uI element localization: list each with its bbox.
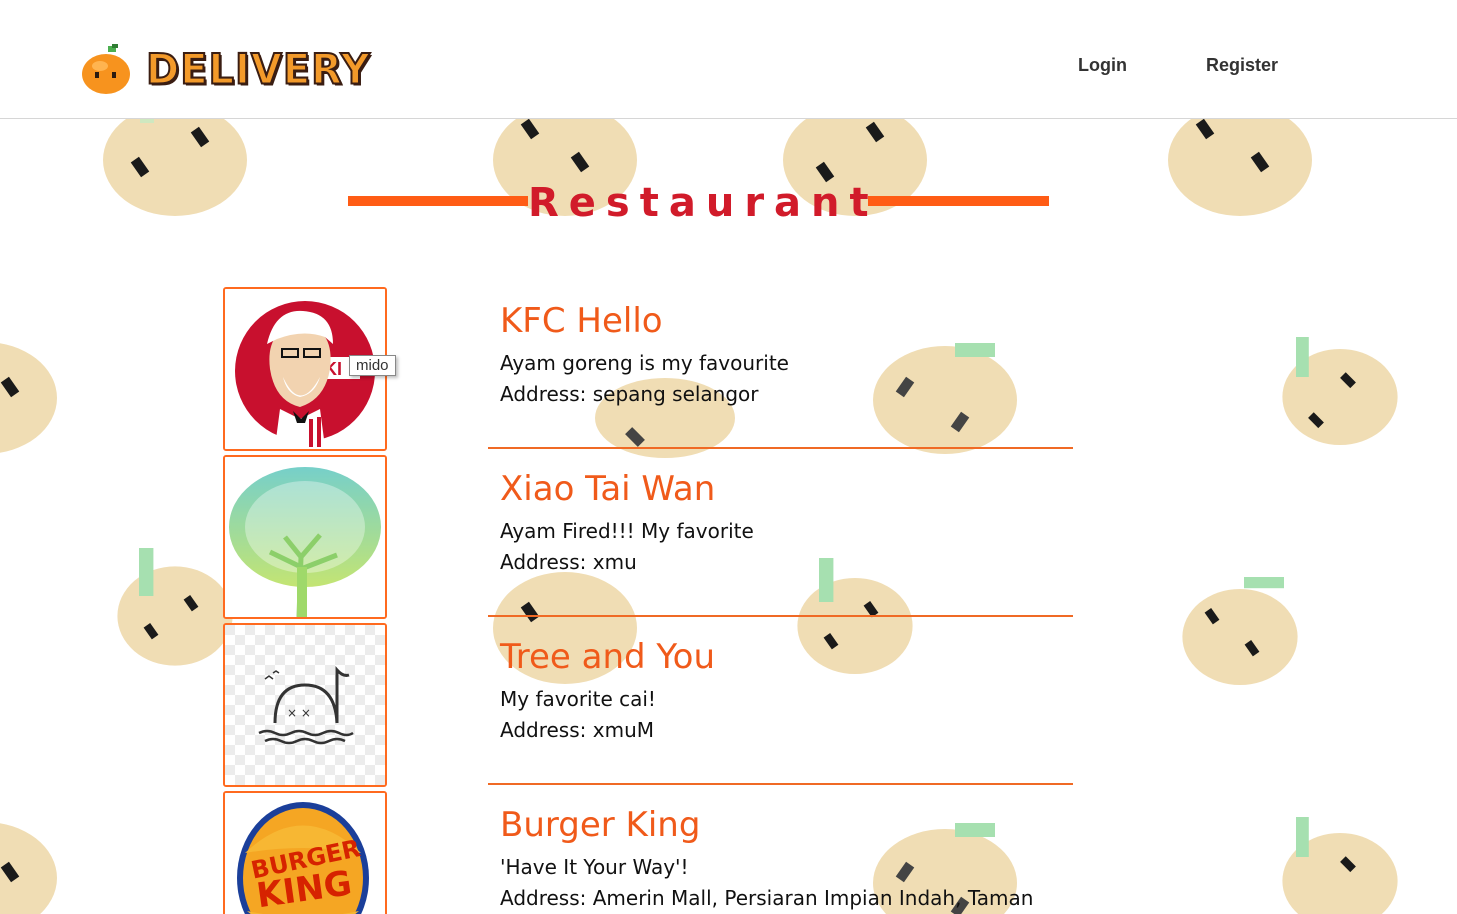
restaurant-info-xiao-tai-wan: Xiao Tai Wan Ayam Fired!!! My favorite A… (488, 455, 1073, 617)
register-link[interactable]: Register (1206, 55, 1278, 76)
restaurant-info-kfc: KFC Hello Ayam goreng is my favourite Ad… (488, 287, 1073, 449)
top-header: DELIVERY Login Register (0, 0, 1457, 119)
restaurant-info-tree-and-you: Tree and You My favorite cai! Address: x… (488, 623, 1073, 785)
restaurant-name[interactable]: Burger King (500, 805, 700, 845)
delivery-logo[interactable]: DELIVERY (80, 40, 371, 100)
restaurant-address: Address: xmu (500, 550, 637, 574)
hover-tooltip: mido (349, 355, 396, 376)
restaurant-description: Ayam Fired!!! My favorite (500, 519, 754, 543)
restaurant-address: Address: sepang selangor (500, 382, 759, 406)
restaurant-description: My favorite cai! (500, 687, 656, 711)
restaurant-name[interactable]: Tree and You (500, 637, 715, 677)
restaurant-address: Address: xmuM (500, 718, 654, 742)
restaurant-name[interactable]: Xiao Tai Wan (500, 469, 715, 509)
restaurant-image-xiao-tai-wan[interactable] (223, 455, 387, 619)
restaurant-image-tree-and-you[interactable]: × × (223, 623, 387, 787)
svg-text:× ×: × × (287, 706, 311, 720)
restaurant-image-burger-king[interactable]: BURGER KING (223, 791, 387, 914)
restaurant-name[interactable]: KFC Hello (500, 301, 663, 341)
restaurant-info-burger-king: Burger King 'Have It Your Way'! Address:… (488, 791, 1073, 914)
restaurant-description: 'Have It Your Way'! (500, 855, 689, 879)
restaurant-list: KI KFC Hello Ayam goreng is my favourite… (0, 0, 1457, 914)
logo-text: DELIVERY (145, 45, 371, 95)
sinking-face-logo-icon: × × (225, 625, 385, 785)
tree-logo-icon (225, 457, 385, 617)
restaurant-description: Ayam goreng is my favourite (500, 351, 789, 375)
burger-king-logo-icon: BURGER KING (225, 793, 385, 914)
page: DELIVERY Login Register Restaurant KI KF… (0, 0, 1457, 914)
login-link[interactable]: Login (1078, 55, 1127, 76)
orange-mascot-icon (82, 44, 130, 94)
restaurant-address: Address: Amerin Mall, Persiaran Impian I… (500, 886, 1034, 910)
